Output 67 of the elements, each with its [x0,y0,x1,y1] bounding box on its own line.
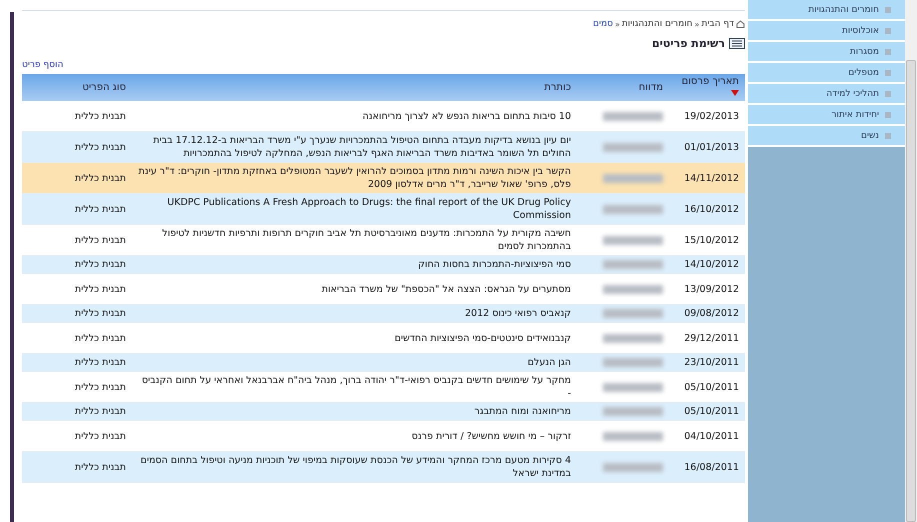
breadcrumb-link[interactable]: דף הבית [701,19,734,29]
sidebar-item[interactable]: נשים [748,126,905,147]
blurred-text [603,309,663,318]
blurred-text [603,382,663,392]
sidebar-item[interactable]: תהליכי למידה [748,84,905,105]
column-header[interactable]: כותרת [132,74,577,101]
blurred-text [603,174,663,182]
title-cell[interactable]: מריחואנה ומוח המתבגר [132,403,577,421]
bullet-icon [885,28,891,34]
sidebar-item[interactable]: מסגרות [748,42,905,63]
blurred-text [603,112,663,120]
title-cell[interactable]: יום עיון בנושא בדיקות מעבדה בתחום הטיפול בהתמכרויות שנערך ע"י משרד הבריאות ב-17.12.12 בבית החולים תל השומר באדיבות משרד הבריאות האגף לבריאות הנפש, המחלקה לטיפול בהתמכרויות [132,132,577,163]
blurred-text [603,407,663,416]
add-item-link[interactable]: הוסף פריט [22,60,64,70]
blurred-text [603,204,663,214]
breadcrumb-separator: « [694,20,700,28]
blurred-text [603,462,663,472]
bullet-icon [885,6,891,12]
bullet-icon [885,48,891,54]
title-cell[interactable]: הגן הנעלם [132,354,577,372]
breadcrumb-link[interactable]: סמים [593,19,613,29]
blurred-text [603,432,663,440]
column-header[interactable]: סוג הפריט [22,74,132,101]
scrollbar-thumb[interactable] [906,60,916,522]
sidebar-item[interactable]: מטפלים [748,63,905,84]
column-header[interactable]: מדווח [577,74,669,101]
type-cell: תבנית כללית [22,403,132,421]
blurred-text [603,236,663,244]
blurred-text [603,358,663,367]
type-cell: תבנית כללית [22,354,132,372]
bullet-icon [885,90,891,96]
type-cell: תבנית כללית [22,305,132,323]
date-cell: 01/01/2013 [669,132,745,163]
title-cell[interactable]: הקשר בין איכות השינה ורמות מתדון בסמוכים להרואין לשעבר המטופלים באחזקת מתדון- חוקרים: ד"ר עינת פלס, פרופ' שאול שרייבר, ד"ר מרים אדלסון 2009 [132,163,577,194]
blurred-text [603,260,663,269]
date-cell: 05/10/2011 [669,403,745,421]
sort-arrow-icon [731,90,739,96]
type-cell: תבנית כללית [22,132,132,163]
bullet-icon [885,112,891,118]
sidebar-item[interactable]: אוכלוסיות [748,21,905,42]
column-header[interactable]: תאריך פרסום [669,74,745,101]
type-cell: תבנית כללית [22,194,132,225]
bullet-icon [885,132,891,138]
home-icon [736,20,745,28]
title-cell[interactable]: 4 סקירות מטעם מרכז המחקר והמידע של הכנסת שעוסקות במיפוי של תוכניות מניעה וטיפול בתחום הסמים במדינת ישראל [132,452,577,483]
title-cell[interactable]: UKDPC Publications A Fresh Approach to Drugs: the final report of the UK Drug Policy Commission [132,194,577,225]
title-cell[interactable]: קנאביס רפואי כינוס 2012 [132,305,577,323]
date-cell: 16/08/2011 [669,452,745,483]
blurred-text [603,334,663,342]
sidebar-item[interactable]: יחידות איתור [748,105,905,126]
list-icon [729,38,745,49]
date-cell: 23/10/2011 [669,354,745,372]
sidebar-item[interactable]: חומרים והתנהגויות [748,0,905,21]
title-cell[interactable]: סמי הפיצוציות-התמכרות בחסות החוק [132,256,577,274]
date-cell: 09/08/2012 [669,305,745,323]
breadcrumb-separator: « [614,20,620,28]
page-title: רשימת פריטים [652,37,725,50]
blurred-text [603,284,663,294]
date-cell: 14/11/2012 [669,163,745,194]
date-cell: 14/10/2012 [669,256,745,274]
breadcrumb-link[interactable]: חומרים והתנהגויות [622,19,693,29]
blurred-text [603,142,663,152]
date-cell: 16/10/2012 [669,194,745,225]
type-cell: תבנית כללית [22,163,132,194]
type-cell: תבנית כללית [22,256,132,274]
bullet-icon [885,70,891,76]
type-cell: תבנית כללית [22,452,132,483]
